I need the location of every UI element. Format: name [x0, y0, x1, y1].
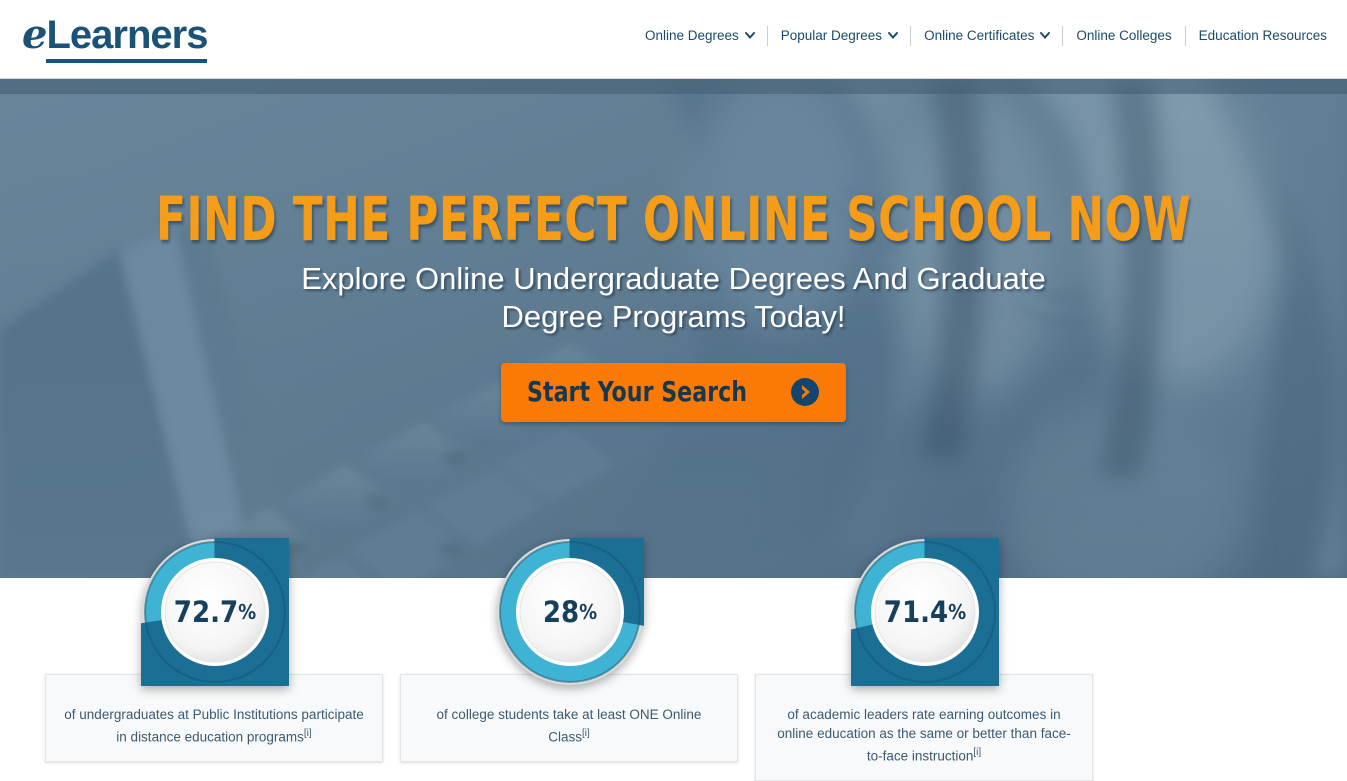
site-header: eLearners Online Degrees Popular Degrees…: [0, 0, 1347, 79]
nav-online-colleges[interactable]: Online Colleges: [1063, 26, 1186, 46]
stat-caption-3: of academic leaders rate earning outcome…: [755, 674, 1093, 781]
hero-cta-container: Start Your Search: [0, 363, 1347, 422]
page-root: eLearners Online Degrees Popular Degrees…: [0, 0, 1347, 781]
nav-item-label: Popular Degrees: [780, 28, 883, 43]
donut-chart-2: 28%: [496, 538, 644, 686]
hero-banner: FIND THE PERFECT ONLINE SCHOOL NOW Explo…: [0, 78, 1347, 578]
hero-content: FIND THE PERFECT ONLINE SCHOOL NOW Explo…: [0, 78, 1347, 578]
hero-subheadline: Explore Online Undergraduate Degrees And…: [0, 260, 1347, 336]
nav-education-resources[interactable]: Education Resources: [1186, 26, 1337, 46]
start-your-search-button[interactable]: Start Your Search: [501, 363, 846, 422]
hero-headline: FIND THE PERFECT ONLINE SCHOOL NOW: [155, 184, 1192, 255]
hero-subheadline-line1: Explore Online Undergraduate Degrees And…: [301, 261, 1046, 296]
nav-item-label: Online Certificates: [924, 28, 1035, 43]
site-logo[interactable]: eLearners: [22, 11, 208, 63]
stat-footnote-marker[interactable]: [i]: [582, 728, 590, 739]
stat-footnote-marker[interactable]: [i]: [973, 747, 981, 758]
logo-prefix: e: [22, 11, 47, 58]
nav-item-label: Online Colleges: [1076, 28, 1172, 43]
chevron-down-icon: [744, 30, 755, 39]
stat-footnote-marker[interactable]: [i]: [304, 728, 312, 739]
chevron-down-icon: [888, 30, 899, 39]
stat-caption-1: of undergraduates at Public Institutions…: [45, 674, 383, 762]
stat-caption-2: of college students take at least ONE On…: [400, 674, 738, 762]
arrow-right-circle-icon: [790, 377, 820, 407]
hero-subheadline-line2: Degree Programs Today!: [501, 299, 846, 334]
nav-online-certificates[interactable]: Online Certificates: [911, 26, 1064, 46]
stats-section: 72.7% of undergraduates at Public Instit…: [0, 538, 1347, 781]
donut-chart-3: 71.4%: [851, 538, 999, 686]
logo-word: Learners: [46, 13, 208, 63]
nav-item-label: Online Degrees: [644, 28, 739, 43]
nav-popular-degrees[interactable]: Popular Degrees: [768, 26, 912, 46]
stat-caption-text: of academic leaders rate earning outcome…: [777, 707, 1071, 764]
cta-label: Start Your Search: [527, 375, 748, 408]
stat-caption-text: of college students take at least ONE On…: [436, 707, 702, 745]
chevron-down-icon: [1040, 30, 1051, 39]
nav-item-label: Education Resources: [1198, 28, 1327, 43]
nav-online-degrees[interactable]: Online Degrees: [632, 26, 768, 46]
stat-caption-text: of undergraduates at Public Institutions…: [64, 707, 364, 745]
donut-chart-1: 72.7%: [141, 538, 289, 686]
main-navigation: Online Degrees Popular Degrees Online Ce…: [632, 26, 1337, 46]
